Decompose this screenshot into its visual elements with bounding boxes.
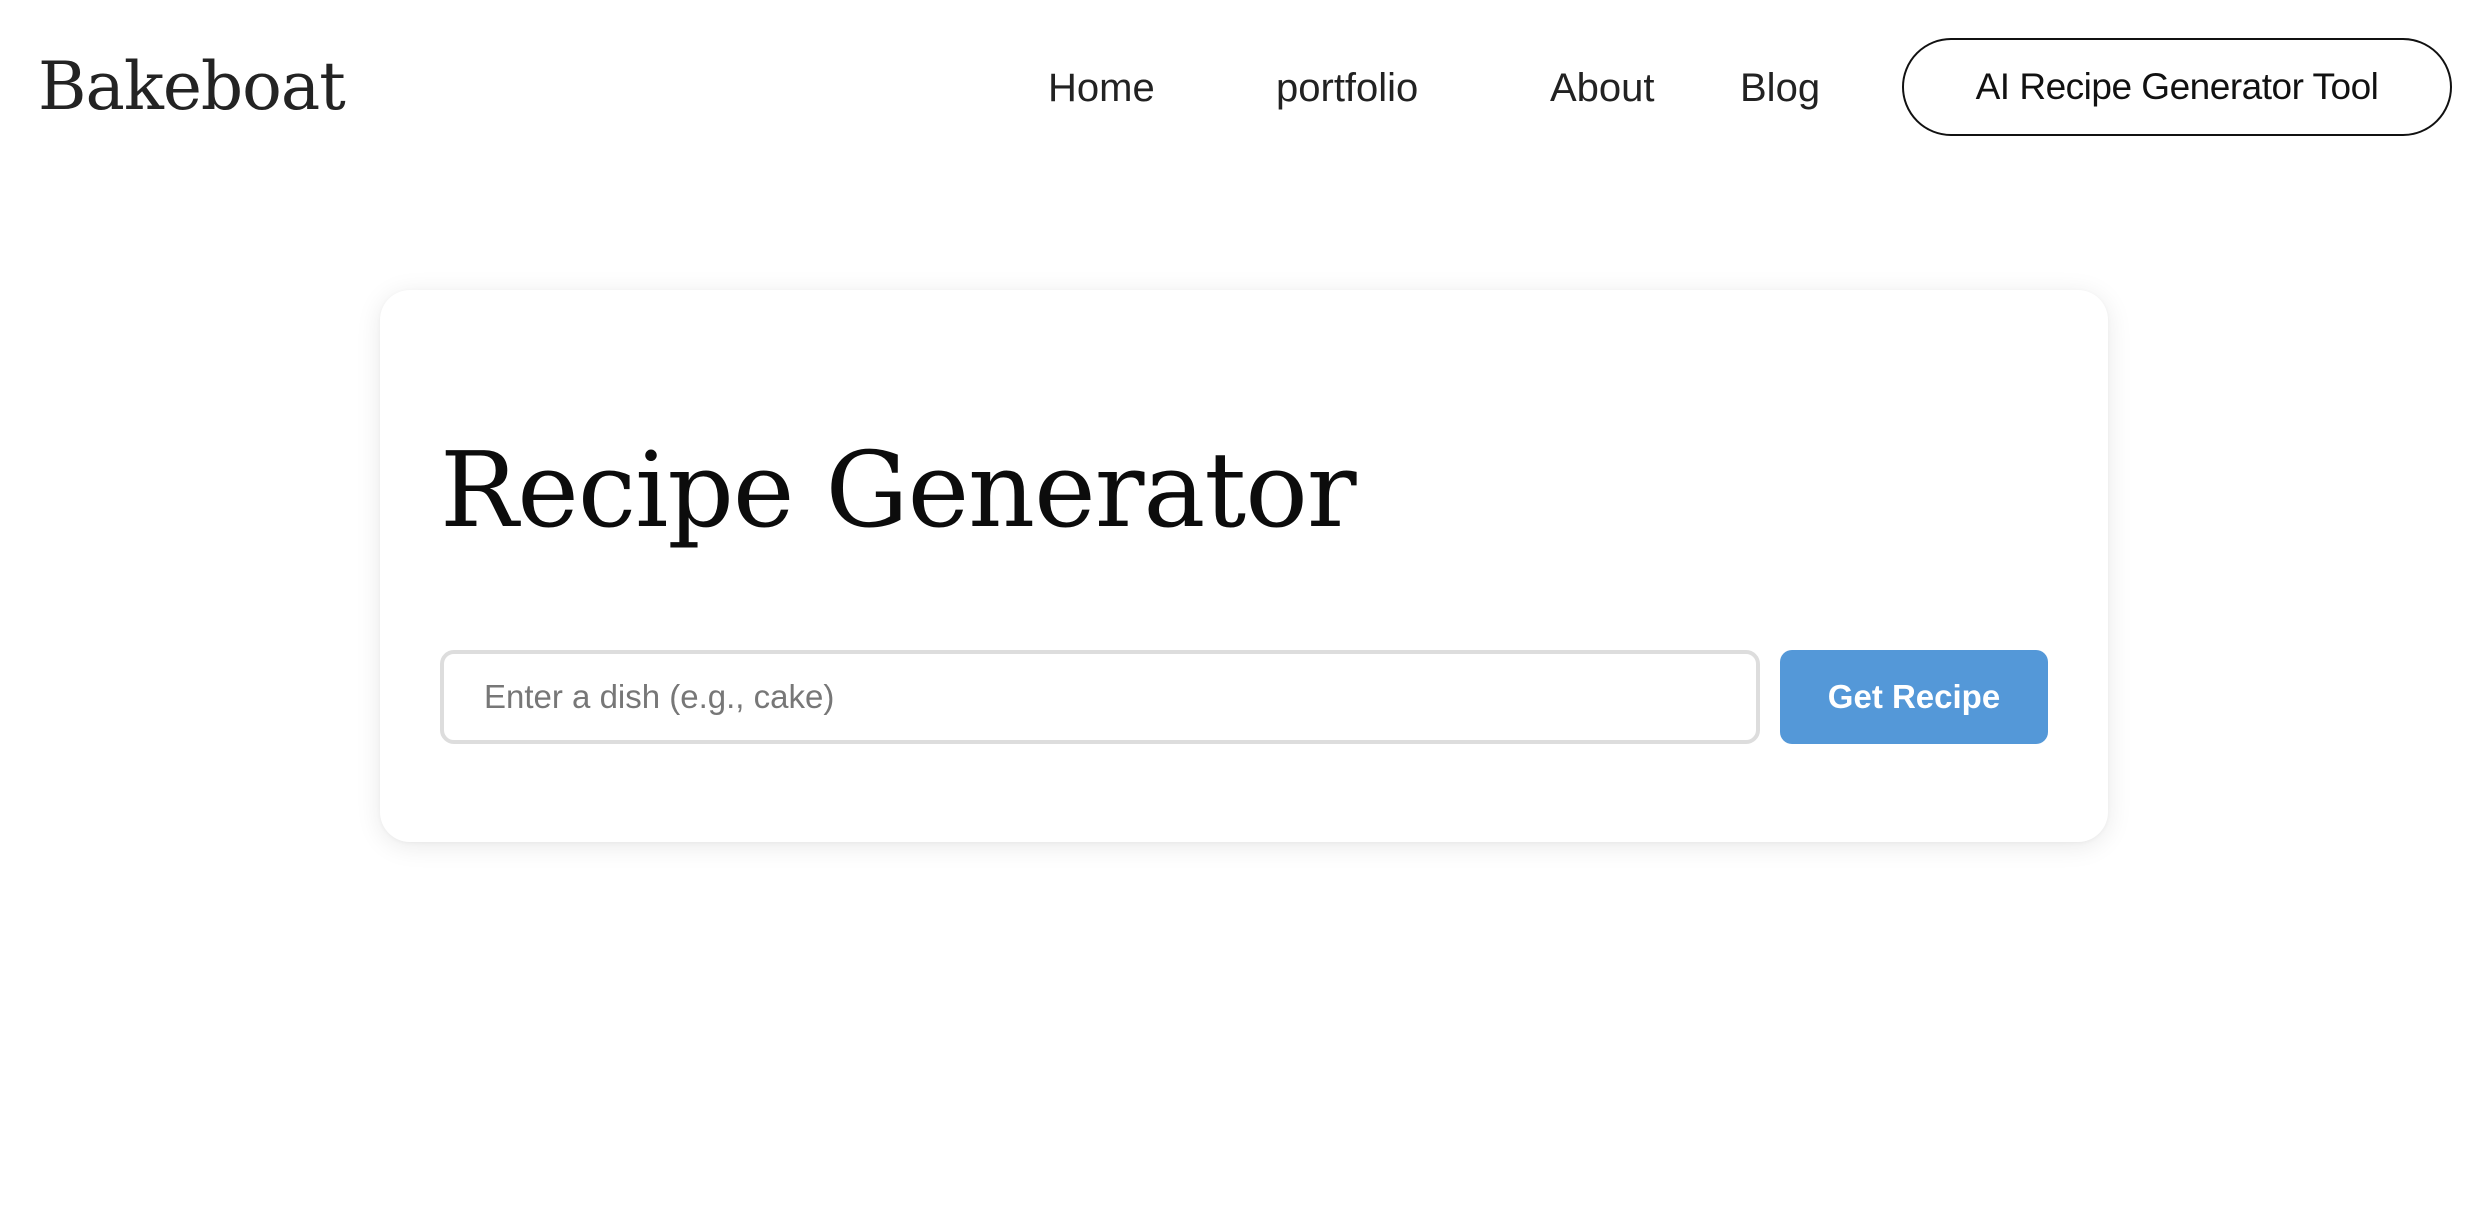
ai-recipe-generator-button[interactable]: AI Recipe Generator Tool [1902,38,2452,136]
page-title: Recipe Generator [440,429,1357,551]
nav-link-about[interactable]: About [1550,56,1655,120]
recipe-generator-card: Recipe Generator Get Recipe [380,290,2108,842]
get-recipe-button[interactable]: Get Recipe [1780,650,2048,744]
site-logo[interactable]: Bakeboat [38,44,346,130]
page: Bakeboat Home portfolio About Blog AI Re… [0,0,2476,1228]
nav-link-portfolio[interactable]: portfolio [1276,56,1418,120]
nav-link-blog[interactable]: Blog [1740,56,1820,120]
nav-link-home[interactable]: Home [1048,56,1155,120]
dish-search-input[interactable] [440,650,1760,744]
site-header: Bakeboat Home portfolio About Blog AI Re… [0,0,2476,180]
